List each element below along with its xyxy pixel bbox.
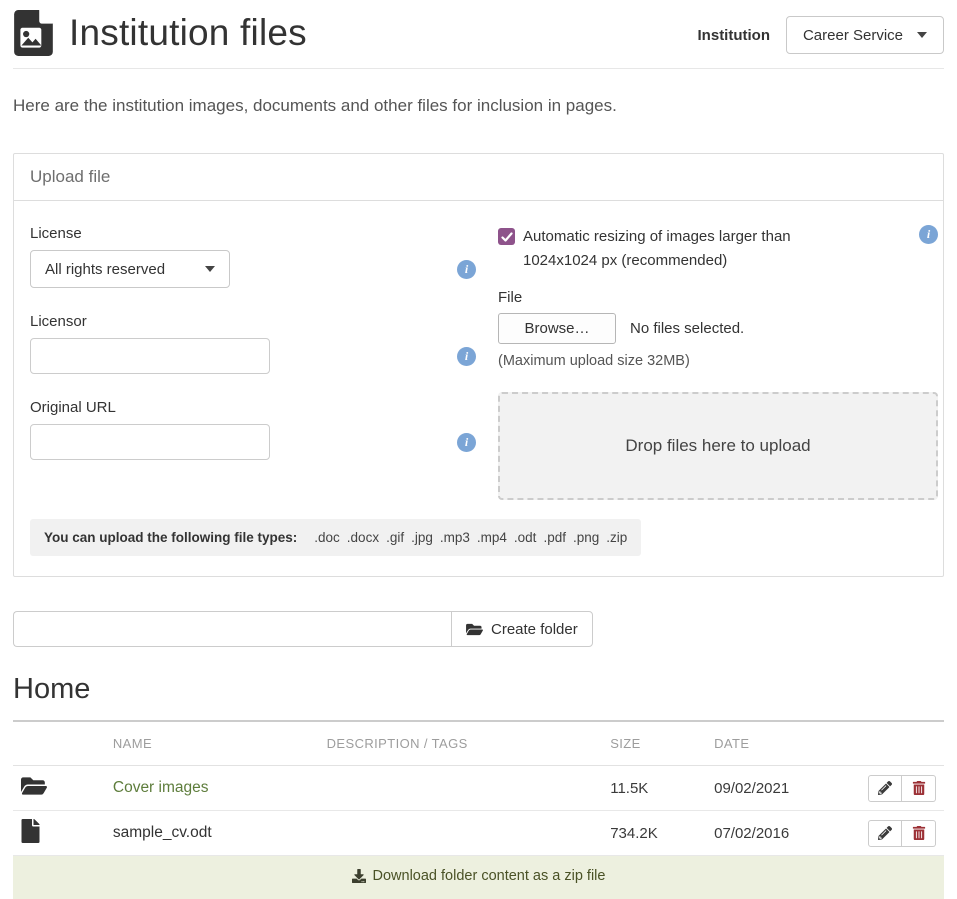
original-url-input[interactable]: [30, 424, 270, 460]
create-folder-label: Create folder: [491, 621, 578, 638]
license-label: License: [30, 225, 476, 242]
delete-button[interactable]: [902, 775, 936, 802]
file-dropzone[interactable]: Drop files here to upload: [498, 392, 938, 500]
filetype: .mp4: [477, 530, 507, 545]
licensor-info-icon[interactable]: i: [457, 347, 476, 366]
folder-open-icon: [466, 622, 483, 637]
date-column-header: DATE: [706, 721, 848, 766]
icon-column-header: [13, 721, 105, 766]
license-value: All rights reserved: [45, 261, 165, 278]
title-wrap: Institution files: [13, 10, 307, 56]
upload-left-column: License All rights reserved i Licensor: [30, 225, 476, 500]
filetype: .pdf: [543, 530, 566, 545]
table-row-file: sample_cv.odt 734.2K 07/02/2016: [13, 811, 944, 856]
row-size-cell: 734.2K: [602, 811, 706, 856]
trash-icon: [912, 826, 926, 840]
download-zip-label: Download folder content as a zip file: [373, 868, 606, 884]
page-description: Here are the institution images, documen…: [13, 96, 944, 116]
license-select[interactable]: All rights reserved: [30, 250, 230, 288]
row-date-cell: 07/02/2016: [706, 811, 848, 856]
edit-button[interactable]: [868, 775, 902, 802]
institution-label: Institution: [698, 27, 770, 44]
allowed-filetypes-bar: You can upload the following file types:…: [30, 519, 641, 556]
create-folder-group: Create folder: [13, 611, 944, 647]
file-status: No files selected.: [630, 320, 744, 337]
filetypes-label: You can upload the following file types:: [44, 530, 297, 545]
license-field: License All rights reserved i: [30, 225, 476, 288]
row-description-cell: [319, 766, 603, 811]
file-label: File: [498, 289, 938, 306]
original-url-label: Original URL: [30, 399, 476, 416]
page-title: Institution files: [69, 12, 307, 54]
resize-checkbox-row: Automatic resizing of images larger than…: [498, 225, 938, 273]
institution-value: Career Service: [803, 27, 903, 44]
file-field: File Browse… No files selected. (Maximum…: [498, 289, 938, 369]
row-name-cell: Cover images: [105, 766, 319, 811]
edit-button[interactable]: [868, 820, 902, 847]
file-icon: [21, 819, 40, 843]
table-footer-row: Download folder content as a zip file: [13, 856, 944, 899]
page-header: Institution files Institution Career Ser…: [13, 0, 944, 56]
filetype: .png: [573, 530, 599, 545]
table-row-folder: Cover images 11.5K 09/02/2021: [13, 766, 944, 811]
description-column-header: DESCRIPTION / TAGS: [319, 721, 603, 766]
upload-panel-body: License All rights reserved i Licensor: [14, 201, 943, 576]
delete-button[interactable]: [902, 820, 936, 847]
licensor-field: Licensor i: [30, 313, 476, 374]
row-size-cell: 11.5K: [602, 766, 706, 811]
row-actions-cell: [848, 766, 944, 811]
filetype: .zip: [606, 530, 627, 545]
folder-name-input[interactable]: [13, 611, 451, 647]
check-icon: [501, 231, 513, 243]
upload-panel-title: Upload file: [14, 154, 943, 201]
licensor-input[interactable]: [30, 338, 270, 374]
create-folder-button[interactable]: Create folder: [451, 611, 593, 647]
download-icon: [352, 869, 366, 883]
name-column-header: NAME: [105, 721, 319, 766]
resize-checkbox-label: Automatic resizing of images larger than…: [523, 225, 835, 273]
row-description-cell: [319, 811, 603, 856]
row-date-cell: 09/02/2021: [706, 766, 848, 811]
pencil-icon: [878, 781, 892, 795]
institution-select[interactable]: Career Service: [786, 16, 944, 54]
page: Institution files Institution Career Ser…: [0, 0, 957, 899]
row-type-icon-cell: [13, 811, 105, 856]
browse-button[interactable]: Browse…: [498, 313, 616, 344]
upload-right-column: Automatic resizing of images larger than…: [498, 225, 938, 500]
licensor-label: Licensor: [30, 313, 476, 330]
file-image-icon: [13, 10, 55, 56]
actions-column-header: [848, 721, 944, 766]
pencil-icon: [878, 826, 892, 840]
folder-open-icon: [21, 774, 47, 798]
table-header-row: NAME DESCRIPTION / TAGS SIZE DATE: [13, 721, 944, 766]
row-type-icon-cell: [13, 766, 105, 811]
files-table: NAME DESCRIPTION / TAGS SIZE DATE Cover …: [13, 720, 944, 899]
upload-file-panel: Upload file License All rights reserved …: [13, 153, 944, 577]
header-divider: [13, 68, 944, 69]
max-upload-note: (Maximum upload size 32MB): [498, 353, 938, 369]
filetype: .gif: [386, 530, 404, 545]
filetype: .jpg: [411, 530, 433, 545]
dropzone-text: Drop files here to upload: [625, 436, 810, 456]
folder-heading: Home: [13, 673, 944, 706]
resize-info-icon[interactable]: i: [919, 225, 938, 244]
chevron-down-icon: [917, 32, 927, 38]
row-name-cell: sample_cv.odt: [105, 811, 319, 856]
folder-link[interactable]: Cover images: [113, 779, 209, 796]
original-url-field: Original URL i: [30, 399, 476, 460]
original-url-info-icon[interactable]: i: [457, 433, 476, 452]
download-zip-link[interactable]: Download folder content as a zip file: [352, 868, 606, 884]
size-column-header: SIZE: [602, 721, 706, 766]
institution-selector: Institution Career Service: [698, 16, 944, 54]
resize-checkbox[interactable]: [498, 228, 515, 245]
filetype: .docx: [347, 530, 379, 545]
trash-icon: [912, 781, 926, 795]
filetype: .doc: [314, 530, 340, 545]
filetype: .mp3: [440, 530, 470, 545]
chevron-down-icon: [205, 266, 215, 272]
license-info-icon[interactable]: i: [457, 260, 476, 279]
filetype: .odt: [514, 530, 537, 545]
file-link[interactable]: sample_cv.odt: [113, 824, 212, 841]
row-actions-cell: [848, 811, 944, 856]
